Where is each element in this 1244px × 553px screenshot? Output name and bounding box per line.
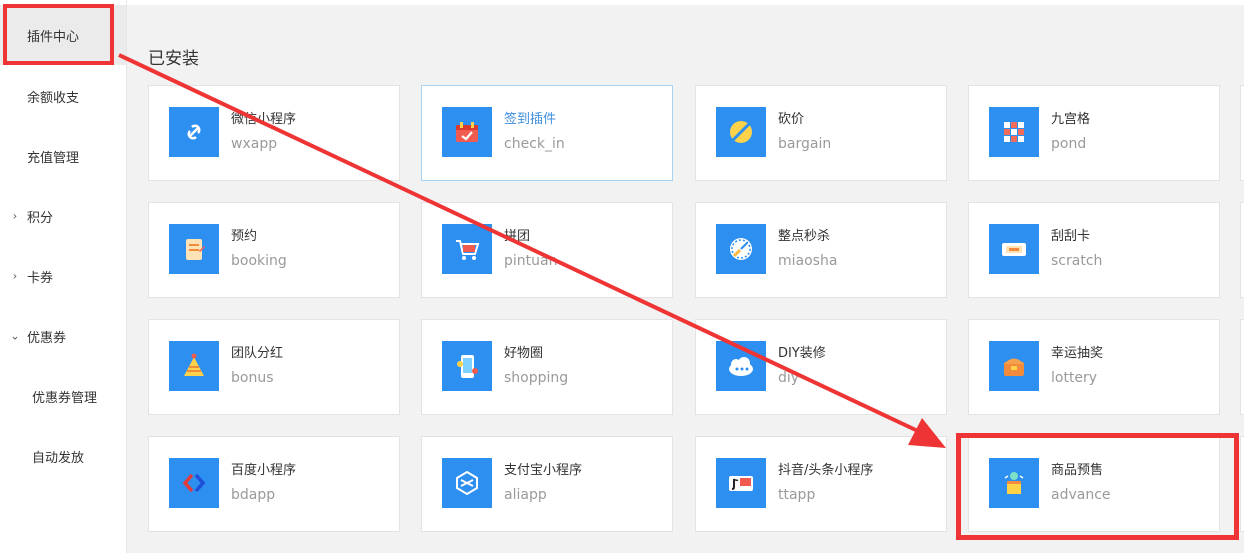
plugin-name: DIY装修: [778, 346, 826, 361]
plugin-code: advance: [1051, 487, 1111, 503]
cart-icon: [442, 224, 492, 274]
plugin-code: wxapp: [231, 136, 278, 152]
sidebar-item-plugin-center[interactable]: 插件中心: [0, 5, 126, 65]
plugin-code: diy: [778, 370, 800, 386]
toutiao-icon: [716, 458, 766, 508]
plugin-card-pintuan[interactable]: 拼团 pintuan: [421, 202, 673, 298]
ticket-icon: [989, 224, 1039, 274]
pyramid-icon: [169, 341, 219, 391]
plugin-code: shopping: [504, 370, 569, 386]
plugin-card-aliapp[interactable]: 支付宝小程序 aliapp: [421, 436, 673, 532]
plugin-name: 拼团: [504, 229, 531, 244]
cut-icon: [716, 107, 766, 157]
chest-icon: [989, 341, 1039, 391]
sidebar-item-coupon-manage[interactable]: 优惠券管理: [0, 366, 126, 426]
plugin-card-pond[interactable]: 九宫格 pond: [968, 85, 1220, 181]
sidebar-item-auto-issue[interactable]: 自动发放: [0, 426, 126, 486]
plugin-code: scratch: [1051, 253, 1103, 269]
plugin-card-miaosha[interactable]: 整点秒杀 miaosha: [695, 202, 947, 298]
plugin-code: pond: [1051, 136, 1087, 152]
sidebar-item-label: 优惠券: [27, 330, 67, 346]
plugin-card-booking[interactable]: 预约 booking: [148, 202, 400, 298]
plugin-code: ttapp: [778, 487, 816, 503]
plugin-name: 预约: [231, 229, 258, 244]
plugin-card-scratch[interactable]: 刮刮卡 scratch: [968, 202, 1220, 298]
plugin-card-advance[interactable]: 商品预售 advance: [968, 436, 1220, 532]
phone-icon: [442, 341, 492, 391]
plugin-name: 好物圈: [504, 346, 544, 361]
plugin-name: 九宫格: [1051, 112, 1091, 127]
grid-icon: [989, 107, 1039, 157]
plugin-card-wxapp[interactable]: 微信小程序 wxapp: [148, 85, 400, 181]
sidebar-item-label: 余额收支: [27, 90, 80, 106]
sidebar-item-recharge[interactable]: 充值管理: [0, 126, 126, 186]
plugin-name: 幸运抽奖: [1051, 346, 1104, 361]
plugin-code: lottery: [1051, 370, 1098, 386]
sidebar-item-label: 优惠券管理: [32, 390, 98, 406]
plugin-card-bonus[interactable]: 团队分红 bonus: [148, 319, 400, 415]
chevron-right-icon: ›: [12, 269, 18, 283]
plugin-card-partial: [1240, 319, 1244, 415]
main-content: 已安装 微信小程序 wxapp 签到插件 check_in 砍价 bargain…: [127, 0, 1244, 553]
plugin-code: bdapp: [231, 487, 276, 503]
plugin-name: 签到插件: [504, 112, 557, 127]
sidebar-item-balance[interactable]: 余额收支: [0, 66, 126, 126]
plugin-name: 砍价: [778, 112, 805, 127]
plugin-card-bdapp[interactable]: 百度小程序 bdapp: [148, 436, 400, 532]
plugin-name: 支付宝小程序: [504, 463, 583, 478]
cloud-icon: [716, 341, 766, 391]
plugin-code: bargain: [778, 136, 832, 152]
sidebar: 插件中心 余额收支 充值管理 › 积分 › 卡券 ⌄ 优惠券 优惠券管理 自动发…: [0, 0, 127, 553]
sidebar-item-label: 卡券: [27, 270, 54, 286]
sidebar-item-cards[interactable]: › 卡券: [0, 246, 126, 306]
plugin-card-partial: [1240, 202, 1244, 298]
sidebar-item-coupons[interactable]: ⌄ 优惠券: [0, 306, 126, 366]
chevron-right-icon: ›: [12, 209, 18, 223]
plugin-code: pintuan: [504, 253, 558, 269]
top-bar: [127, 0, 1244, 5]
chevron-down-icon: ⌄: [10, 329, 20, 343]
plugin-code: miaosha: [778, 253, 838, 269]
plugin-card-bargain[interactable]: 砍价 bargain: [695, 85, 947, 181]
plugin-code: booking: [231, 253, 287, 269]
plugin-name: 抖音/头条小程序: [778, 463, 874, 478]
sidebar-item-points[interactable]: › 积分: [0, 186, 126, 246]
plugin-card-shopping[interactable]: 好物圈 shopping: [421, 319, 673, 415]
sidebar-item-label: 积分: [27, 210, 54, 226]
plugin-code: aliapp: [504, 487, 547, 503]
baidu-icon: [169, 458, 219, 508]
plugin-code: bonus: [231, 370, 274, 386]
plugin-card-partial: [1240, 85, 1244, 181]
gift-icon: [989, 458, 1039, 508]
plugin-name: 百度小程序: [231, 463, 297, 478]
alipay-icon: [442, 458, 492, 508]
plugin-name: 团队分红: [231, 346, 284, 361]
sidebar-item-label: 充值管理: [27, 150, 80, 166]
sidebar-item-label: 插件中心: [27, 29, 80, 45]
clock-icon: [716, 224, 766, 274]
plugin-card-check-in[interactable]: 签到插件 check_in: [421, 85, 673, 181]
plugin-card-diy[interactable]: DIY装修 diy: [695, 319, 947, 415]
plugin-name: 整点秒杀: [778, 229, 831, 244]
plugin-card-ttapp[interactable]: 抖音/头条小程序 ttapp: [695, 436, 947, 532]
plugin-name: 微信小程序: [231, 112, 297, 127]
plugin-card-partial: [1240, 436, 1244, 532]
link-icon: [169, 107, 219, 157]
plugin-name: 刮刮卡: [1051, 229, 1091, 244]
plugin-name: 商品预售: [1051, 463, 1104, 478]
calendar-icon: [442, 107, 492, 157]
plugin-card-lottery[interactable]: 幸运抽奖 lottery: [968, 319, 1220, 415]
sidebar-item-label: 自动发放: [32, 450, 85, 466]
section-title: 已安装: [148, 49, 199, 69]
clipboard-icon: [169, 224, 219, 274]
plugin-code: check_in: [504, 136, 565, 152]
